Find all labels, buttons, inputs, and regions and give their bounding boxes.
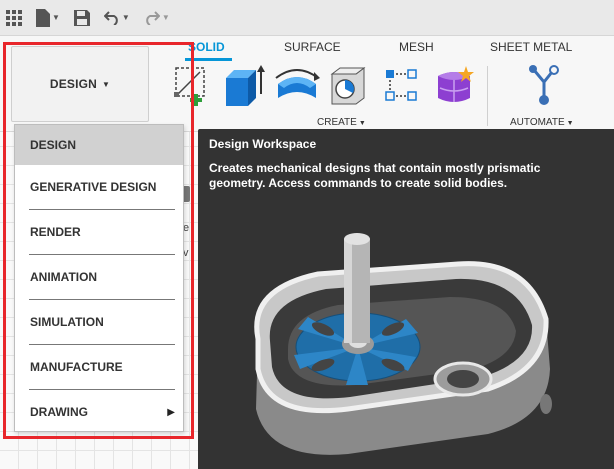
save-icon [73, 9, 90, 26]
hole-icon [330, 67, 366, 105]
group-divider [487, 66, 488, 126]
create-sketch-button[interactable] [166, 64, 210, 111]
create-group-label[interactable]: CREATE ▼ [317, 117, 366, 128]
file-icon [36, 8, 50, 27]
automate-icon [529, 65, 559, 105]
quick-access-toolbar: ▼ ▼ ▼ [0, 0, 614, 36]
file-menu-button[interactable]: ▼ [36, 8, 60, 27]
chevron-down-icon: ▼ [52, 13, 60, 22]
menu-item-animation[interactable]: ANIMATION [15, 255, 183, 299]
revolve-button[interactable] [274, 64, 320, 111]
tooltip-title: Design Workspace [209, 137, 317, 151]
workspace-switcher-button[interactable]: DESIGN ▼ [11, 46, 149, 122]
tab-surface[interactable]: SURFACE [284, 40, 341, 54]
gearbox-model-image [228, 229, 568, 467]
save-button[interactable] [73, 9, 90, 26]
tab-solid[interactable]: SOLID [188, 40, 225, 54]
submenu-arrow-icon: ▶ [167, 406, 175, 418]
form-icon [438, 66, 474, 102]
redo-icon [146, 10, 160, 25]
hole-button[interactable] [326, 64, 370, 111]
apps-grid-icon [6, 9, 22, 26]
chevron-down-icon: ▼ [566, 120, 574, 127]
menu-item-manufacture[interactable]: MANUFACTURE [15, 345, 183, 389]
menu-item-render[interactable]: RENDER [15, 210, 183, 254]
extrude-icon [226, 65, 265, 106]
tooltip-description: Creates mechanical designs that contain … [209, 161, 541, 190]
menu-item-generative-design[interactable]: GENERATIVE DESIGN [15, 165, 183, 209]
automate-button[interactable] [524, 64, 570, 111]
tab-sheet-metal[interactable]: SHEET METAL [490, 40, 572, 54]
create-sketch-icon [174, 67, 205, 106]
undo-button[interactable]: ▼ [103, 10, 130, 25]
revolve-icon [275, 69, 320, 98]
workspace-tooltip: Design Workspace Creates mechanical desi… [198, 129, 614, 469]
chevron-down-icon: ▼ [161, 13, 170, 22]
menu-item-simulation[interactable]: SIMULATION [15, 300, 183, 344]
chevron-down-icon: ▼ [121, 13, 130, 22]
pattern-button[interactable] [382, 64, 422, 111]
menu-item-design[interactable]: DESIGN [15, 125, 183, 165]
workspace-dropdown-menu: DESIGN GENERATIVE DESIGN RENDER ANIMATIO… [14, 124, 184, 432]
undo-icon [103, 10, 118, 25]
active-tab-indicator [185, 58, 232, 61]
redo-button[interactable]: ▼ [144, 10, 170, 25]
ribbon: DESIGN ▼ SOLID SURFACE MESH SHEET METAL [0, 36, 614, 132]
chevron-down-icon: ▼ [102, 79, 111, 89]
extrude-button[interactable] [220, 64, 266, 111]
workspace-label: DESIGN [49, 77, 98, 91]
apps-grid-button[interactable] [6, 9, 22, 26]
pattern-icon [385, 69, 417, 101]
tab-mesh[interactable]: MESH [399, 40, 434, 54]
form-button[interactable] [432, 64, 476, 111]
automate-group-label[interactable]: AUTOMATE ▼ [510, 117, 574, 128]
chevron-down-icon: ▼ [358, 120, 366, 127]
menu-item-drawing[interactable]: DRAWING ▶ [15, 390, 183, 434]
